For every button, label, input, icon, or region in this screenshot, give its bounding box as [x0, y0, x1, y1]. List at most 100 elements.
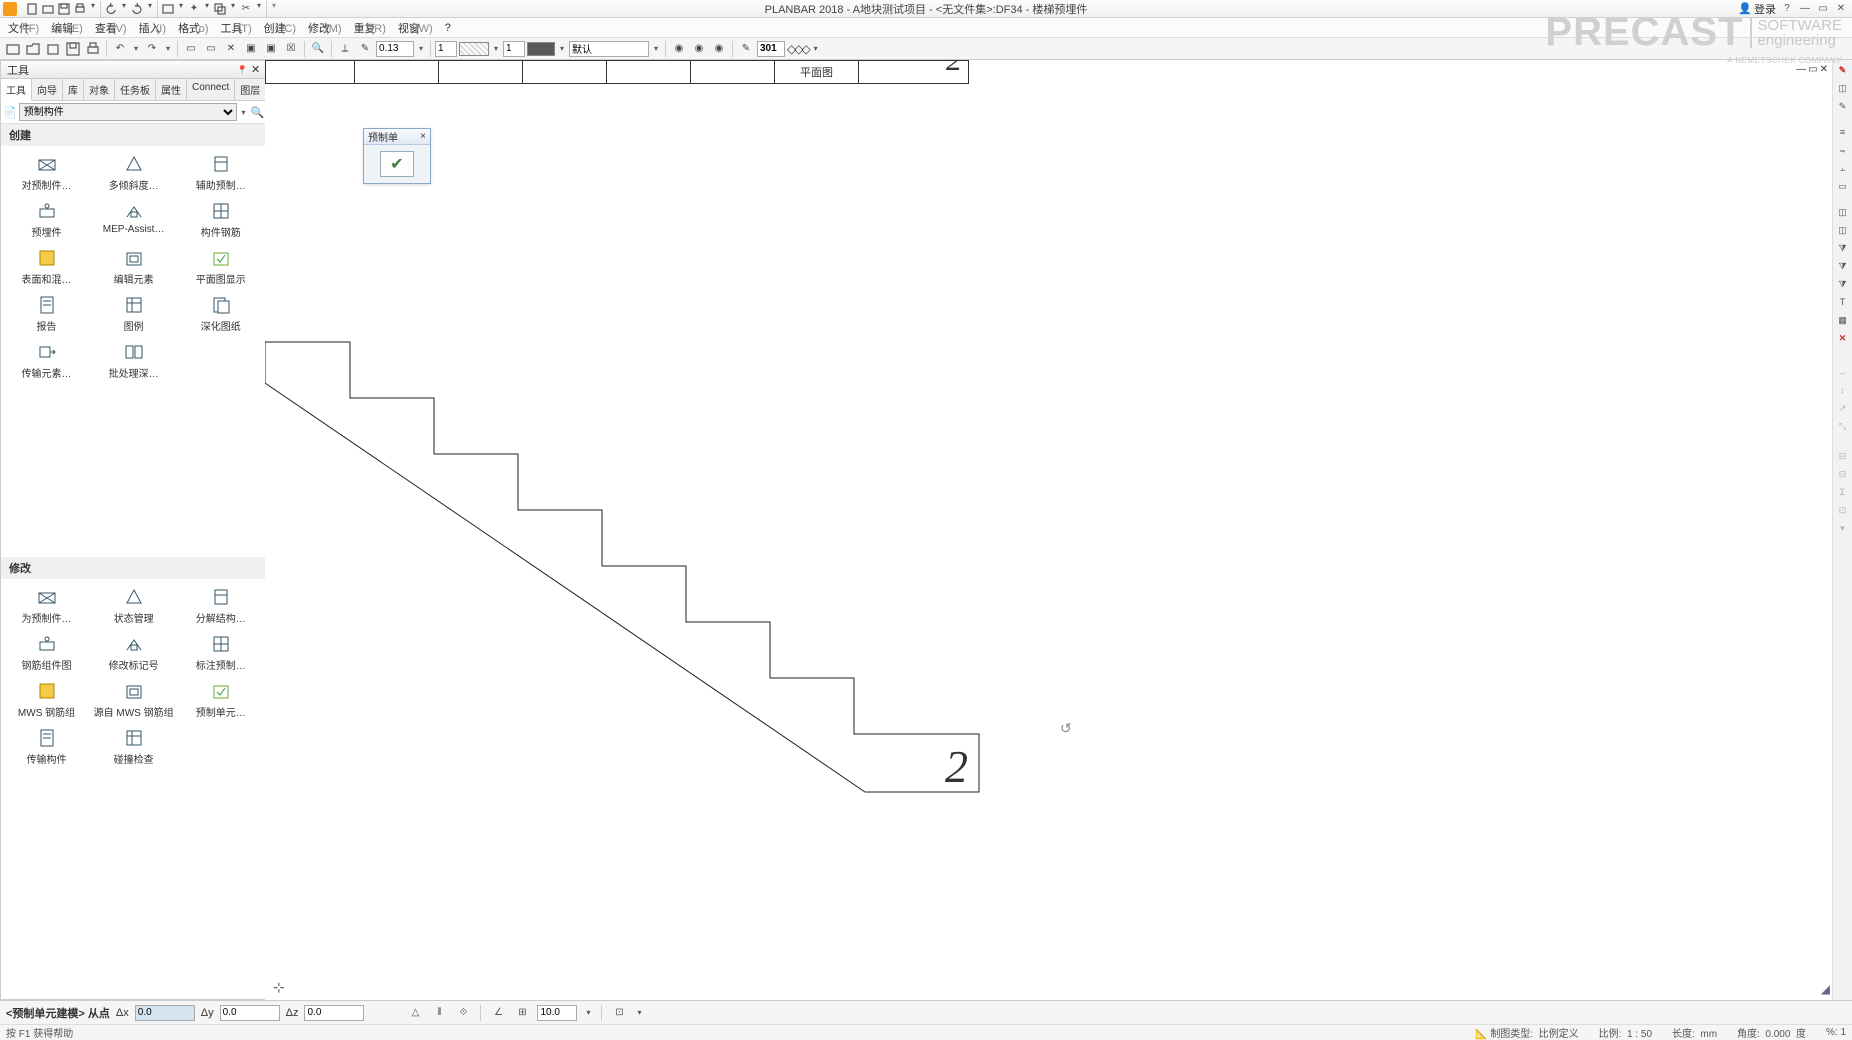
tb-layername-input[interactable] — [569, 41, 649, 57]
tb-copy-icon[interactable]: ▣ — [242, 40, 260, 58]
create-item-3[interactable]: 预埋件 — [3, 197, 90, 242]
menu-create[interactable]: 创建 (C) — [264, 20, 296, 36]
tb-layernum2-input[interactable] — [503, 41, 525, 57]
menu-tools[interactable]: 工具 (T) — [221, 20, 252, 36]
r-filter3-icon[interactable]: ⧩ — [1835, 276, 1851, 292]
search-icon[interactable]: 🔍 — [251, 106, 265, 119]
tb-zoom-icon[interactable]: 🔍 — [309, 40, 327, 58]
menu-view[interactable]: 查看 (V) — [95, 20, 127, 36]
r-s4-icon[interactable]: ⊡ — [1835, 502, 1851, 518]
r-filter1-icon[interactable]: ⧩ — [1835, 240, 1851, 256]
r-s1-icon[interactable]: ⊟ — [1835, 448, 1851, 464]
qat-match-icon[interactable]: ✦ — [186, 1, 202, 17]
canvas-min-icon[interactable]: — — [1796, 64, 1806, 75]
r-text-icon[interactable]: T — [1835, 294, 1851, 310]
r-dim2-icon[interactable]: ↕ — [1835, 382, 1851, 398]
tb-redo-icon[interactable]: ↷ — [143, 40, 161, 58]
tb-rect-icon[interactable]: ▭ — [182, 40, 200, 58]
qat-copy-icon[interactable] — [212, 1, 228, 17]
r-eraser-icon[interactable]: ◫ — [1835, 80, 1851, 96]
tb-home-icon[interactable] — [4, 40, 22, 58]
status-percent[interactable]: %: 1 — [1826, 1027, 1846, 1038]
dy-input[interactable] — [220, 1005, 280, 1021]
grid-icon[interactable]: ⊞ — [513, 1004, 531, 1022]
modify-item-7[interactable]: 源自 MWS 钢筋组 — [90, 677, 177, 722]
tb-brush-icon[interactable]: ✎ — [356, 40, 374, 58]
float-panel[interactable]: 预制单× ✔ — [363, 128, 431, 184]
r-pen-icon[interactable]: ✎ — [1835, 62, 1851, 78]
r-s3-icon[interactable]: Σ — [1835, 484, 1851, 500]
tab-object[interactable]: 对象 — [84, 79, 115, 100]
float-confirm-button[interactable]: ✔ — [380, 151, 414, 177]
r-del-icon[interactable]: ✕ — [1835, 330, 1851, 346]
qat-window-icon[interactable] — [160, 1, 176, 17]
r-s2-icon[interactable]: ⊟ — [1835, 466, 1851, 482]
tb-layer2-icon[interactable]: ◉ — [690, 40, 708, 58]
r-more-icon[interactable]: ▾ — [1835, 520, 1851, 536]
login-button[interactable]: 👤登录 — [1738, 1, 1776, 17]
status-length[interactable]: 长度: mm — [1672, 1025, 1717, 1040]
r-filter2-icon[interactable]: ⧩ — [1835, 258, 1851, 274]
tb-print-icon[interactable] — [84, 40, 102, 58]
tb-layer1-icon[interactable]: ◉ — [670, 40, 688, 58]
create-item-12[interactable]: 传输元素… — [3, 338, 90, 383]
canvas-max-icon[interactable]: ▭ — [1808, 64, 1817, 75]
modify-item-8[interactable]: 预制单元… — [177, 677, 264, 722]
status-angle[interactable]: 角度: 0.000 度 — [1737, 1025, 1806, 1040]
canvas-close-icon[interactable]: ✕ — [1820, 64, 1828, 75]
close-icon[interactable]: ✕ — [1834, 2, 1848, 16]
restore-icon[interactable]: ▭ — [1816, 2, 1830, 16]
r-marker-icon[interactable]: ✎ — [1835, 98, 1851, 114]
qat-save-icon[interactable] — [56, 1, 72, 17]
tb-pen-input[interactable] — [757, 41, 785, 57]
tb-layernum1-input[interactable] — [435, 41, 457, 57]
create-item-8[interactable]: 平面图显示 — [177, 244, 264, 289]
modify-item-10[interactable]: 碰撞检查 — [90, 724, 177, 769]
create-item-2[interactable]: 辅助预制… — [177, 150, 264, 195]
tab-tools[interactable]: 工具 — [1, 79, 32, 101]
tb-measure-icon[interactable]: ⟂ — [336, 40, 354, 58]
qat-open-icon[interactable] — [40, 1, 56, 17]
r-align4-icon[interactable]: ▭ — [1835, 178, 1851, 194]
drawing-canvas[interactable]: 平面图 2 预制单× ✔ 2 ↺ — ▭ ✕ ⊹ ◢ — [265, 60, 1832, 1000]
r-dim3-icon[interactable]: ↗ — [1835, 400, 1851, 416]
modify-item-3[interactable]: 钢筋组件图 — [3, 630, 90, 675]
tb-paste-icon[interactable]: ▣ — [262, 40, 280, 58]
help-icon[interactable]: ? — [1780, 2, 1794, 16]
tb-clip-icon[interactable]: ☒ — [282, 40, 300, 58]
create-item-10[interactable]: 图例 — [90, 291, 177, 336]
r-align3-icon[interactable]: ⫠ — [1835, 160, 1851, 176]
r-layer1-icon[interactable]: ◫ — [1835, 204, 1851, 220]
create-item-6[interactable]: 表面和混… — [3, 244, 90, 289]
tab-properties[interactable]: 属性 — [156, 79, 187, 100]
r-table-icon[interactable]: ▦ — [1835, 312, 1851, 328]
tb-folder-icon[interactable] — [44, 40, 62, 58]
create-item-11[interactable]: 深化图纸 — [177, 291, 264, 336]
snap1-icon[interactable]: △ — [406, 1004, 424, 1022]
module-combo[interactable]: 预制构件 — [19, 103, 237, 121]
tab-layer[interactable]: 图层 — [235, 79, 266, 100]
menu-modify[interactable]: 修改 (M) — [308, 20, 342, 36]
create-item-1[interactable]: 多倾斜度… — [90, 150, 177, 195]
r-layer2-icon[interactable]: ◫ — [1835, 222, 1851, 238]
menu-window[interactable]: 视窗 (W) — [398, 20, 433, 36]
qat-cut-icon[interactable]: ✂ — [238, 1, 254, 17]
tb-colorswatch[interactable] — [527, 42, 555, 56]
create-item-4[interactable]: MEP-Assist… — [90, 197, 177, 242]
tb-pen-icon[interactable]: ✎ — [737, 40, 755, 58]
tb-layer3-icon[interactable]: ◉ — [710, 40, 728, 58]
tab-taskboard[interactable]: 任务板 — [115, 79, 156, 100]
status-drawtype[interactable]: 📐 制图类型: 比例定义 — [1475, 1025, 1579, 1040]
snap3-icon[interactable]: ⟐ — [454, 1004, 472, 1022]
r-align1-icon[interactable]: ≡ — [1835, 124, 1851, 140]
snap-set-icon[interactable]: ⊡ — [610, 1004, 628, 1022]
pin-icon[interactable]: 📍 — [237, 65, 248, 75]
tb-open-icon[interactable] — [24, 40, 42, 58]
modify-item-2[interactable]: 分解结构… — [177, 583, 264, 628]
modify-item-1[interactable]: 状态管理 — [90, 583, 177, 628]
menu-repeat[interactable]: 重复 (R) — [354, 20, 386, 36]
qat-redo-icon[interactable] — [129, 1, 145, 17]
tb-undo-icon[interactable]: ↶ — [111, 40, 129, 58]
r-dim1-icon[interactable]: ↔ — [1835, 364, 1851, 380]
create-item-9[interactable]: 报告 — [3, 291, 90, 336]
